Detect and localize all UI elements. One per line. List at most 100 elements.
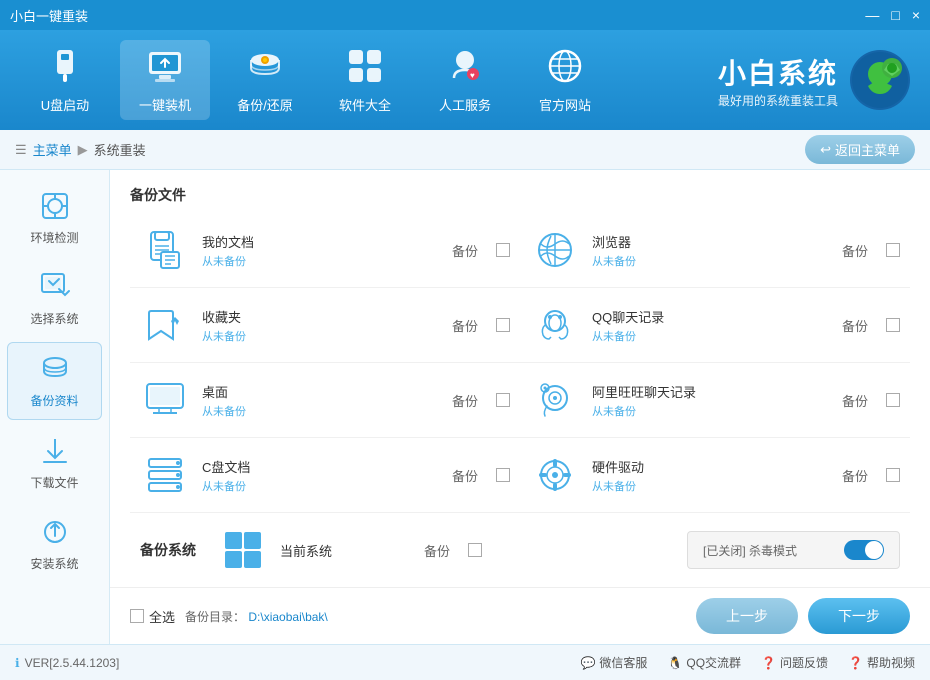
usb-icon (45, 46, 85, 91)
select-all-checkbox[interactable] (130, 609, 144, 623)
aliww-checkbox[interactable] (886, 393, 900, 407)
backup-sidebar-icon (39, 353, 71, 388)
nav-usb[interactable]: U盘启动 (20, 40, 110, 120)
driver-checkbox[interactable] (886, 468, 900, 482)
nav-onekey[interactable]: 一键装机 (120, 40, 210, 120)
footer-feedback[interactable]: ❓ 问题反馈 (761, 654, 828, 671)
footer-video[interactable]: ❓ 帮助视频 (848, 654, 915, 671)
qq-checkbox[interactable] (886, 318, 900, 332)
system-checkbox[interactable] (468, 543, 482, 557)
qq-backup-label: 备份 (842, 316, 868, 335)
action-buttons: 上一步 下一步 (696, 598, 910, 634)
bookmark-checkbox[interactable] (496, 318, 510, 332)
close-btn[interactable]: × (912, 7, 920, 23)
breadcrumb-left: ☰ 主菜单 ▶ 系统重装 (15, 140, 146, 159)
select-all-container: 全选 (130, 607, 175, 626)
minimize-btn[interactable]: — (865, 7, 879, 23)
feedback-icon: ❓ (761, 656, 776, 670)
browser-name: 浏览器 (592, 232, 830, 251)
video-label: 帮助视频 (867, 654, 915, 671)
backup-item-bookmark: 收藏夹 从未备份 备份 (130, 288, 520, 363)
footer-links: 💬 微信客服 🐧 QQ交流群 ❓ 问题反馈 ❓ 帮助视频 (580, 654, 915, 671)
desktop-checkbox[interactable] (496, 393, 510, 407)
mydoc-status: 从未备份 (202, 253, 440, 269)
driver-backup-label: 备份 (842, 466, 868, 485)
sidebar-item-select[interactable]: 选择系统 (7, 261, 102, 337)
maximize-btn[interactable]: □ (891, 7, 899, 23)
antivirus-toggle-switch[interactable] (844, 540, 884, 560)
env-icon (39, 190, 71, 225)
backup-item-aliww: 阿里旺旺聊天记录 从未备份 备份 (520, 363, 910, 438)
sidebar-item-install[interactable]: 安装系统 (7, 506, 102, 582)
breadcrumb-home[interactable]: 主菜单 (33, 140, 72, 159)
nav-service[interactable]: ♥ 人工服务 (420, 40, 510, 120)
antivirus-toggle-container: [已关闭] 杀毒模式 (687, 531, 900, 569)
sidebar-install-label: 安装系统 (30, 555, 78, 572)
qq-name: QQ聊天记录 (592, 307, 830, 326)
prev-button[interactable]: 上一步 (696, 598, 798, 634)
svg-text:♥: ♥ (470, 71, 475, 80)
next-button[interactable]: 下一步 (808, 598, 910, 634)
cdoc-icon (140, 450, 190, 500)
software-icon (345, 46, 385, 91)
system-backup-info: 当前系统 (280, 541, 332, 560)
cdoc-backup-label: 备份 (452, 466, 478, 485)
sidebar: 环境检测 选择系统 备份资料 (0, 170, 110, 644)
nav-service-label: 人工服务 (439, 95, 491, 114)
window-controls[interactable]: — □ × (865, 7, 920, 23)
backup-dir: 备份目录： D:\xiaobai\bak\ (185, 608, 686, 625)
driver-info: 硬件驱动 从未备份 (592, 457, 830, 494)
wechat-label: 微信客服 (599, 654, 647, 671)
desktop-info: 桌面 从未备份 (202, 382, 440, 419)
info-icon: ℹ (15, 656, 20, 670)
sidebar-backup-label: 备份资料 (30, 392, 78, 409)
sidebar-download-label: 下载文件 (30, 474, 78, 491)
bookmark-icon (140, 300, 190, 350)
browser-backup-label: 备份 (842, 241, 868, 260)
footer: ℹ VER[2.5.44.1203] 💬 微信客服 🐧 QQ交流群 ❓ 问题反馈… (0, 644, 930, 680)
nav-website[interactable]: 官方网站 (520, 40, 610, 120)
footer-wechat[interactable]: 💬 微信客服 (580, 654, 647, 671)
install-icon (39, 516, 71, 551)
sidebar-item-download[interactable]: 下载文件 (7, 425, 102, 501)
bookmark-name: 收藏夹 (202, 307, 440, 326)
cdoc-status: 从未备份 (202, 478, 440, 494)
desktop-icon (140, 375, 190, 425)
qqgroup-label: QQ交流群 (686, 654, 741, 671)
system-name: 当前系统 (280, 541, 332, 560)
nav-backup[interactable]: 备份/还原 (220, 40, 310, 120)
browser-status: 从未备份 (592, 253, 830, 269)
aliww-name: 阿里旺旺聊天记录 (592, 382, 830, 401)
bottom-bar: 全选 备份目录： D:\xiaobai\bak\ 上一步 下一步 (110, 587, 930, 644)
brand-logo (850, 50, 910, 110)
footer-qqgroup[interactable]: 🐧 QQ交流群 (667, 654, 741, 671)
version-text: VER[2.5.44.1203] (25, 656, 120, 670)
qq-status: 从未备份 (592, 328, 830, 344)
footer-version-area: ℹ VER[2.5.44.1203] (15, 656, 119, 670)
desktop-backup-label: 备份 (452, 391, 478, 410)
mydoc-icon (140, 225, 190, 275)
content-wrapper: 备份文件 (110, 170, 930, 644)
mydoc-checkbox[interactable] (496, 243, 510, 257)
sidebar-item-env[interactable]: 环境检测 (7, 180, 102, 256)
driver-name: 硬件驱动 (592, 457, 830, 476)
aliww-info: 阿里旺旺聊天记录 从未备份 (592, 382, 830, 419)
nav-software[interactable]: 软件大全 (320, 40, 410, 120)
backup-item-desktop: 桌面 从未备份 备份 (130, 363, 520, 438)
bookmark-status: 从未备份 (202, 328, 440, 344)
backup-section-title: 备份文件 (130, 185, 186, 205)
cdoc-checkbox[interactable] (496, 468, 510, 482)
back-button[interactable]: ↩ 返回主菜单 (805, 135, 915, 164)
backup-item-driver: 硬件驱动 从未备份 备份 (520, 438, 910, 513)
sidebar-item-backup[interactable]: 备份资料 (7, 342, 102, 420)
antivirus-label: [已关闭] 杀毒模式 (703, 542, 797, 559)
qq-icon (530, 300, 580, 350)
backup-dir-path[interactable]: D:\xiaobai\bak\ (248, 610, 327, 624)
content-area: 备份文件 (110, 170, 930, 587)
browser-checkbox[interactable] (886, 243, 900, 257)
bookmark-info: 收藏夹 从未备份 (202, 307, 440, 344)
brand-area: 小白系统 最好用的系统重装工具 (718, 50, 910, 110)
backup-grid: 我的文档 从未备份 备份 (130, 213, 910, 513)
select-all-label: 全选 (149, 607, 175, 626)
browser-icon (530, 225, 580, 275)
